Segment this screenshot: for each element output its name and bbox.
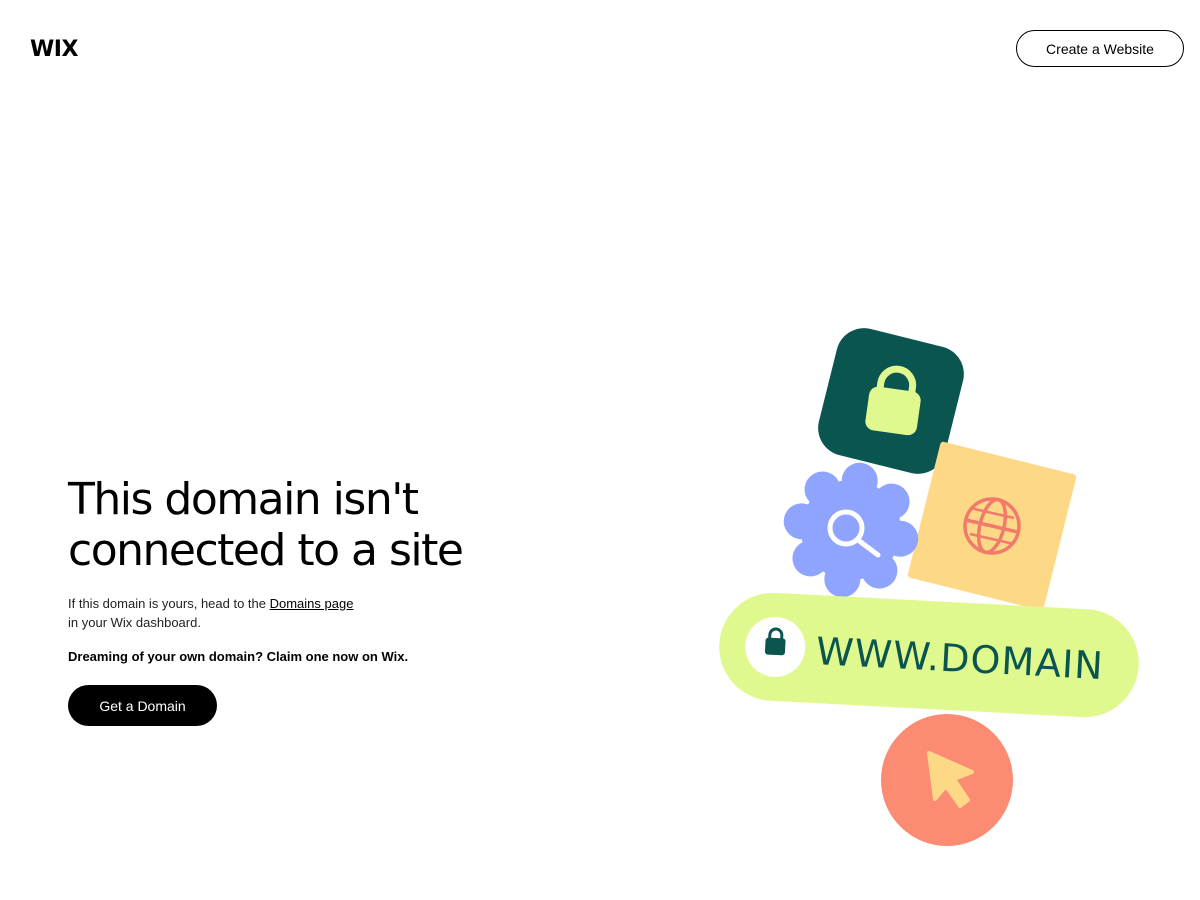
create-website-button[interactable]: Create a Website xyxy=(1016,30,1184,67)
get-domain-button[interactable]: Get a Domain xyxy=(68,685,217,726)
cursor-badge xyxy=(881,714,1013,846)
url-bar: WWW.DOMAIN xyxy=(719,592,1139,718)
promo-text: Dreaming of your own domain? Claim one n… xyxy=(68,649,409,664)
domains-page-link[interactable]: Domains page xyxy=(270,596,354,611)
headline-line-2: connected to a site xyxy=(68,525,464,576)
search-badge xyxy=(783,462,919,598)
page: WIX Create a Website This domain isn't c… xyxy=(0,0,1200,900)
headline-line-1: This domain isn't xyxy=(68,474,419,525)
domain-illustration: WWW.DOMAIN xyxy=(719,328,1139,846)
description-suffix: in your Wix dashboard. xyxy=(68,615,201,630)
description: If this domain is yours, head to the Dom… xyxy=(68,594,408,632)
wix-logo[interactable]: WIX xyxy=(30,38,78,62)
description-prefix: If this domain is yours, head to the xyxy=(68,596,270,611)
page-headline: This domain isn't connected to a site xyxy=(68,474,528,576)
